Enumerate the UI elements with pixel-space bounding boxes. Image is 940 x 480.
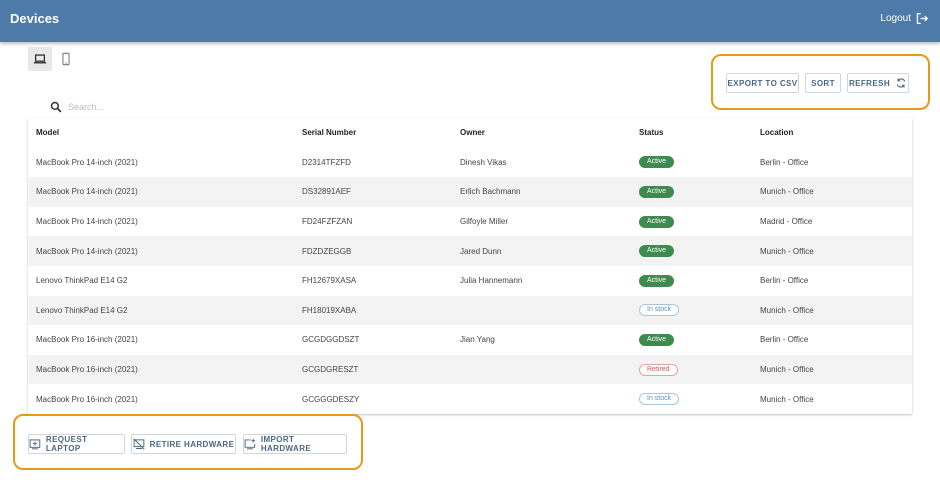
- refresh-icon: [896, 78, 906, 88]
- cell-status: Active: [639, 148, 675, 178]
- cell-status: Active: [639, 177, 675, 207]
- table-row[interactable]: MacBook Pro 16-inch (2021) GCGDGRESZT Reti…: [28, 354, 912, 385]
- cell-model: Lenovo ThinkPad E14 G2: [36, 305, 128, 315]
- cell-model: Lenovo ThinkPad E14 G2: [36, 276, 128, 286]
- import-device-icon: [244, 438, 256, 450]
- column-header-location[interactable]: Location: [760, 118, 793, 148]
- search-input[interactable]: [68, 102, 268, 112]
- view-toggle: [28, 47, 78, 71]
- status-badge: In stock: [639, 304, 680, 317]
- export-csv-button[interactable]: EXPORT TO CSV: [726, 73, 799, 93]
- request-laptop-label: REQUEST LAPTOP: [45, 435, 88, 453]
- search-icon: [50, 101, 62, 113]
- table-row[interactable]: Lenovo ThinkPad E14 G2 FH18019XABA In stoc…: [28, 295, 912, 326]
- status-badge: Active: [639, 156, 675, 169]
- cell-owner: Jian Yang: [460, 335, 495, 345]
- add-laptop-icon: [29, 439, 41, 450]
- cell-status: In stock: [639, 296, 680, 326]
- phone-icon: [62, 52, 70, 66]
- cell-location: Munich - Office: [760, 365, 814, 375]
- cell-status: Active: [639, 325, 675, 355]
- cell-location: Munich - Office: [760, 305, 814, 315]
- cell-owner: Dinesh Vikas: [460, 157, 507, 167]
- page-title: Devices: [10, 11, 60, 26]
- status-badge: Active: [639, 185, 675, 198]
- cell-location: Berlin - Office: [760, 157, 809, 167]
- cell-serial: FDZDZEGGB: [302, 246, 352, 256]
- logout-label: Logout: [880, 13, 911, 24]
- table-row[interactable]: Lenovo ThinkPad E14 G2 FH12679XASA Julia H…: [28, 266, 912, 296]
- top-app-bar: Devices Logout: [0, 0, 940, 42]
- cell-serial: DS32891AEF: [302, 187, 351, 197]
- column-header-serial[interactable]: Serial Number: [302, 118, 356, 148]
- cell-status: In stock: [639, 384, 680, 414]
- cell-owner: Julia Hannemann: [460, 276, 523, 286]
- cell-model: MacBook Pro 16-inch (2021): [36, 394, 138, 404]
- retire-hardware-button[interactable]: RETIRE HARDWARE: [131, 434, 236, 454]
- cell-location: Berlin - Office: [760, 335, 809, 345]
- export-csv-label: EXPORT TO CSV: [727, 78, 798, 88]
- sort-button[interactable]: SORT: [805, 73, 841, 93]
- phone-view-button[interactable]: [54, 47, 78, 71]
- cell-serial: FH12679XASA: [302, 276, 357, 286]
- status-badge: Active: [639, 245, 675, 258]
- table-header-row: Model Serial Number Owner Status Locatio…: [28, 118, 912, 148]
- cell-model: MacBook Pro 16-inch (2021): [36, 335, 138, 345]
- cell-model: MacBook Pro 14-inch (2021): [36, 187, 138, 197]
- cell-serial: D2314TFZFD: [302, 157, 351, 167]
- laptop-view-button[interactable]: [28, 47, 52, 71]
- cell-location: Munich - Office: [760, 246, 814, 256]
- cell-serial: GCGGGDESZY: [302, 394, 360, 404]
- cell-location: Munich - Office: [760, 394, 814, 404]
- column-header-status[interactable]: Status: [639, 118, 663, 148]
- cell-serial: FH18019XABA: [302, 305, 357, 315]
- cell-location: Munich - Office: [760, 187, 814, 197]
- refresh-button[interactable]: REFRESH: [847, 73, 909, 93]
- table-row[interactable]: MacBook Pro 14-inch (2021) D2314TFZFD Dine…: [28, 148, 912, 178]
- table-row[interactable]: MacBook Pro 16-inch (2021) GCGGGDESZY In s…: [28, 384, 912, 414]
- table-row[interactable]: MacBook Pro 14-inch (2021) FDZDZEGGB Jared…: [28, 236, 912, 266]
- retire-hardware-label: RETIRE HARDWARE: [149, 439, 235, 449]
- cell-status: Active: [639, 207, 675, 237]
- table-row[interactable]: MacBook Pro 14-inch (2021) FD24FZFZAN Gilf…: [28, 207, 912, 237]
- cell-location: Madrid - Office: [760, 217, 813, 227]
- cell-owner: Jared Dunn: [460, 246, 502, 256]
- sort-label: SORT: [811, 78, 835, 88]
- cell-status: Retired: [639, 355, 678, 385]
- retire-device-icon: [133, 438, 145, 450]
- refresh-label: REFRESH: [848, 78, 891, 88]
- cell-status: Active: [639, 266, 675, 296]
- table-body: MacBook Pro 14-inch (2021) D2314TFZFD Dine…: [28, 148, 912, 414]
- status-badge: Active: [639, 333, 675, 346]
- cell-model: MacBook Pro 14-inch (2021): [36, 157, 138, 167]
- cell-owner: Erlich Bachmann: [460, 187, 521, 197]
- cell-model: MacBook Pro 16-inch (2021): [36, 365, 138, 375]
- import-hardware-label: IMPORT HARDWARE: [260, 435, 312, 453]
- devices-table: Model Serial Number Owner Status Locatio…: [28, 118, 912, 414]
- cell-location: Berlin - Office: [760, 276, 809, 286]
- logout-button[interactable]: Logout: [880, 12, 928, 25]
- status-badge: Active: [639, 215, 675, 228]
- status-badge: Active: [639, 274, 675, 287]
- cell-serial: GCGDGRESZT: [302, 365, 359, 375]
- column-header-model[interactable]: Model: [36, 118, 59, 148]
- request-laptop-button[interactable]: REQUEST LAPTOP: [28, 434, 125, 454]
- search-bar: [50, 101, 268, 113]
- cell-serial: FD24FZFZAN: [302, 217, 353, 227]
- cell-owner: Gilfoyle Miller: [460, 217, 509, 227]
- cell-model: MacBook Pro 14-inch (2021): [36, 246, 138, 256]
- cell-model: MacBook Pro 14-inch (2021): [36, 217, 138, 227]
- logout-icon: [916, 12, 928, 25]
- table-row[interactable]: MacBook Pro 14-inch (2021) DS32891AEF Erli…: [28, 177, 912, 207]
- status-badge: Retired: [639, 363, 678, 376]
- laptop-icon: [33, 54, 47, 64]
- import-hardware-button[interactable]: IMPORT HARDWARE: [243, 434, 347, 454]
- table-row[interactable]: MacBook Pro 16-inch (2021) GCGDGGDSZT Jian…: [28, 325, 912, 355]
- cell-status: Active: [639, 236, 675, 266]
- column-header-owner[interactable]: Owner: [460, 118, 485, 148]
- status-badge: In stock: [639, 393, 680, 406]
- cell-serial: GCGDGGDSZT: [302, 335, 360, 345]
